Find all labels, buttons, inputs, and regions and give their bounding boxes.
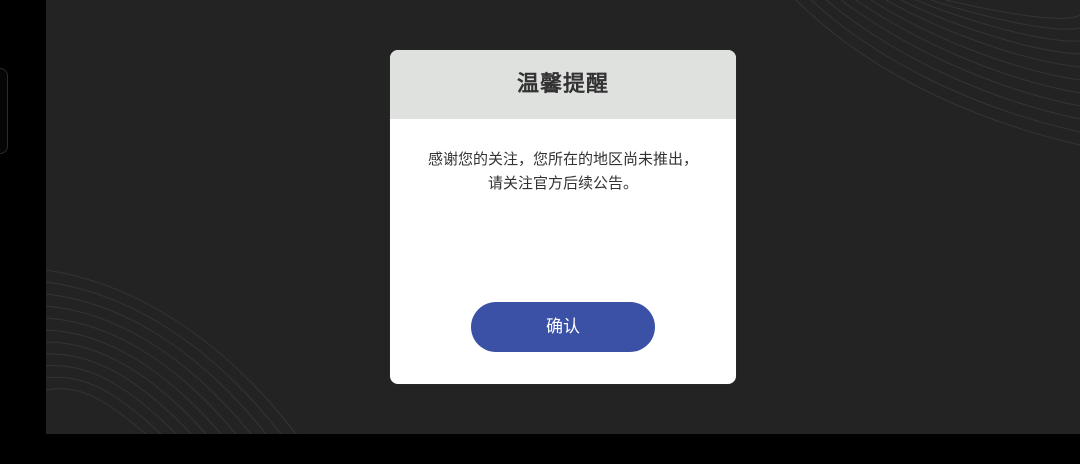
- dialog-message-line-2: 请关注官方后续公告。: [487, 174, 638, 192]
- side-tab-handle[interactable]: [0, 68, 8, 154]
- dialog-title: 温馨提醒: [516, 71, 609, 97]
- app-screen: 温馨提醒 感谢您的关注，您所在的地区尚未推出， 请关注官方后续公告。 确认: [0, 0, 1080, 464]
- dialog-message-line-1: 感谢您的关注，您所在的地区尚未推出，: [427, 150, 698, 168]
- left-side-bar: [0, 0, 46, 464]
- bottom-black-bar: [0, 434, 1080, 464]
- dialog-message: 感谢您的关注，您所在的地区尚未推出， 请关注官方后续公告。: [408, 147, 718, 195]
- confirm-button[interactable]: 确认: [471, 302, 655, 352]
- dialog-header: 温馨提醒: [390, 50, 736, 119]
- notice-dialog: 温馨提醒 感谢您的关注，您所在的地区尚未推出， 请关注官方后续公告。 确认: [390, 50, 736, 384]
